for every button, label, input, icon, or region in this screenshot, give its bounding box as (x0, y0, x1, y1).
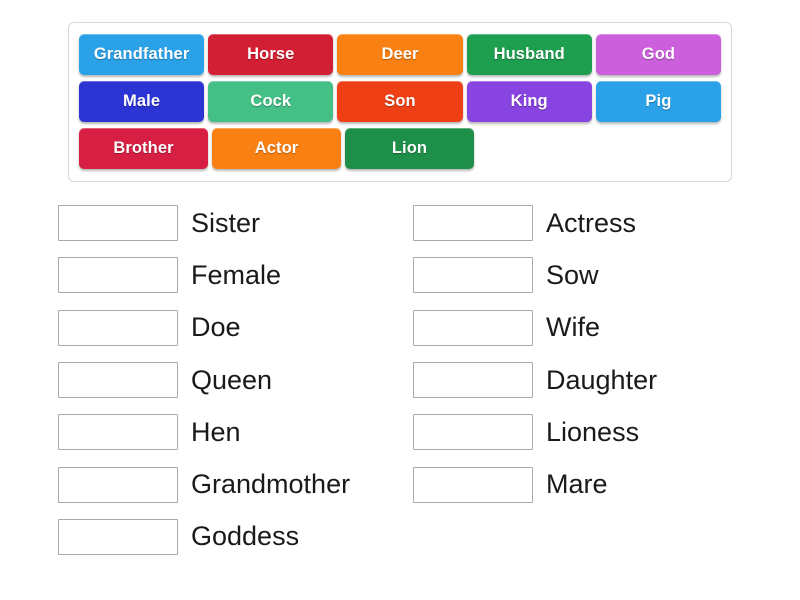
answer-row: Mare (413, 458, 768, 510)
answer-row: Female (58, 249, 413, 301)
word-bank-panel: Grandfather Horse Deer Husband God Male Cock So… (68, 22, 732, 182)
drop-box-daughter[interactable] (413, 362, 533, 399)
answers-area: Sister Female Doe Queen Hen Grandmother Goddes… (0, 197, 800, 563)
answer-label-hen: Hen (191, 416, 241, 447)
answer-row: Goddess (58, 511, 413, 563)
answer-label-queen: Queen (191, 364, 273, 395)
answer-label-doe: Doe (191, 312, 241, 343)
answer-column-right: Actress Sow Wife Daughter Lioness Mare (413, 197, 768, 563)
drop-box-grandmother[interactable] (58, 466, 178, 503)
word-tile-slot: Cock (206, 78, 335, 125)
word-tile-deer[interactable]: Deer (337, 34, 463, 75)
word-tile-slot: Brother (77, 125, 210, 172)
word-tile-slot: Husband (465, 31, 594, 78)
answer-label-grandmother: Grandmother (191, 469, 351, 500)
word-tile-pig[interactable]: Pig (595, 81, 722, 122)
answer-label-wife: Wife (546, 312, 600, 343)
word-tile-actor[interactable]: Actor (212, 128, 341, 169)
drop-box-lioness[interactable] (413, 414, 533, 451)
answer-column-left: Sister Female Doe Queen Hen Grandmother Goddes… (58, 197, 413, 563)
answer-label-female: Female (191, 259, 282, 290)
answer-row: Queen (58, 354, 413, 406)
word-tile-slot: Pig (594, 78, 723, 125)
answer-row: Wife (413, 302, 768, 354)
answer-row: Sow (413, 249, 768, 301)
answer-label-actress: Actress (546, 207, 637, 238)
drop-box-doe[interactable] (58, 309, 178, 346)
word-tile-slot: Actor (210, 125, 343, 172)
answer-row: Hen (58, 406, 413, 458)
drop-box-queen[interactable] (58, 362, 178, 399)
word-tile-cock[interactable]: Cock (208, 81, 334, 122)
word-tile-slot: Son (335, 78, 464, 125)
answer-label-sister: Sister (191, 207, 261, 238)
drop-box-actress[interactable] (413, 205, 533, 242)
drop-box-mare[interactable] (413, 466, 533, 503)
answer-label-daughter: Daughter (546, 364, 658, 395)
word-tile-male[interactable]: Male (79, 81, 205, 122)
word-tile-slot: King (465, 78, 594, 125)
word-tile-lion[interactable]: Lion (345, 128, 474, 169)
answer-row: Lioness (413, 406, 768, 458)
word-bank-row: Male Cock Son King Pig (77, 78, 723, 125)
drop-box-female[interactable] (58, 257, 178, 294)
word-tile-slot: Lion (343, 125, 476, 172)
answer-label-sow: Sow (546, 259, 599, 290)
word-tile-slot: Grandfather (77, 31, 206, 78)
word-bank-row: Grandfather Horse Deer Husband God (77, 31, 723, 78)
word-tile-horse[interactable]: Horse (208, 34, 334, 75)
answer-row: Actress (413, 197, 768, 249)
drop-box-hen[interactable] (58, 414, 178, 451)
word-tile-slot: Horse (206, 31, 335, 78)
answer-label-lioness: Lioness (546, 416, 640, 447)
answer-label-goddess: Goddess (191, 521, 300, 552)
word-tile-slot: Deer (335, 31, 464, 78)
answer-row: Sister (58, 197, 413, 249)
word-tile-son[interactable]: Son (337, 81, 463, 122)
answer-row: Doe (58, 302, 413, 354)
answer-label-mare: Mare (546, 469, 608, 500)
answer-row: Daughter (413, 354, 768, 406)
word-tile-slot: Male (77, 78, 206, 125)
word-tile-husband[interactable]: Husband (466, 34, 592, 75)
word-tile-god[interactable]: God (595, 34, 722, 75)
word-bank-row: Brother Actor Lion (77, 125, 723, 172)
word-tile-king[interactable]: King (466, 81, 592, 122)
drop-box-goddess[interactable] (58, 518, 178, 555)
word-tile-slot: God (594, 31, 723, 78)
drop-box-sister[interactable] (58, 205, 178, 242)
word-tile-brother[interactable]: Brother (79, 128, 208, 169)
drop-box-sow[interactable] (413, 257, 533, 294)
word-tile-grandfather[interactable]: Grandfather (79, 34, 205, 75)
drop-box-wife[interactable] (413, 309, 533, 346)
answer-row: Grandmother (58, 458, 413, 510)
